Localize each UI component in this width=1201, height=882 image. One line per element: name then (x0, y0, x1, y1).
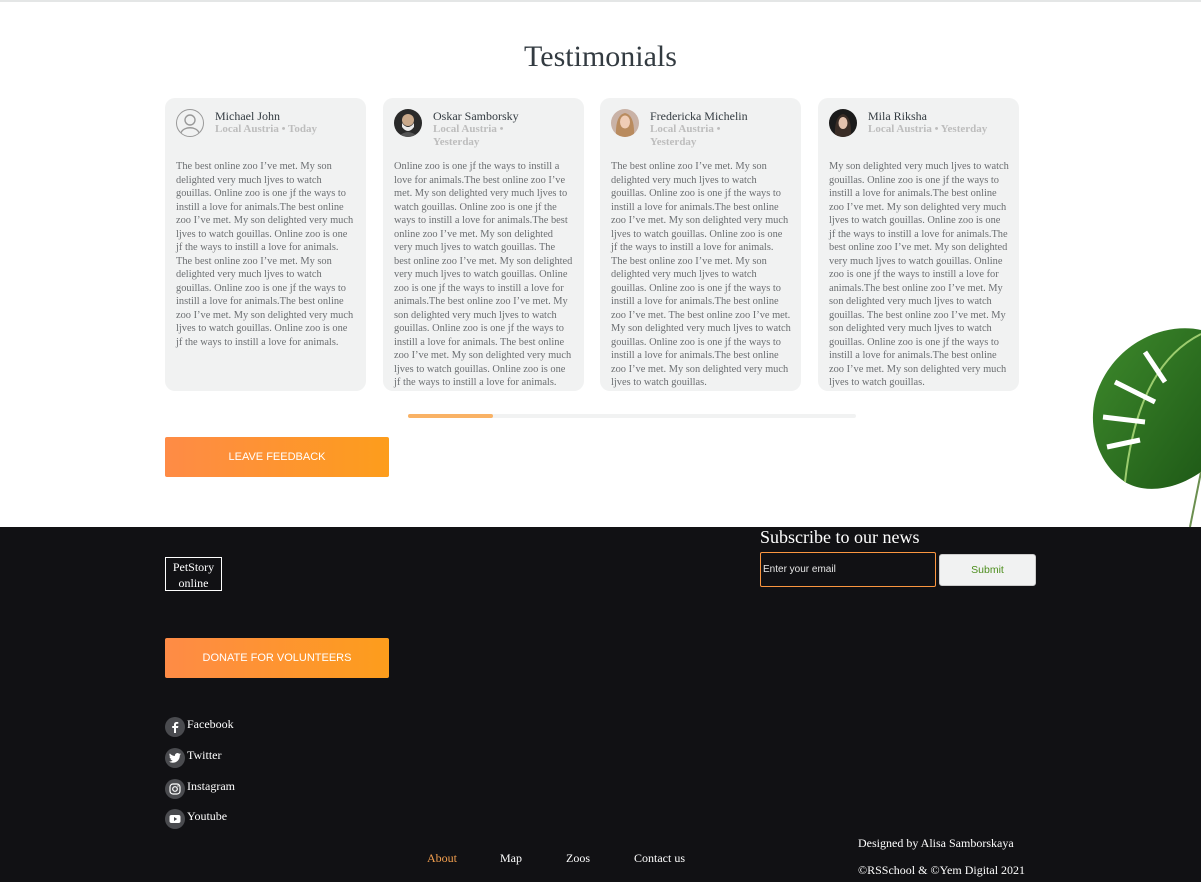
top-divider (0, 0, 1201, 2)
email-input[interactable] (760, 552, 936, 587)
user-avatar-icon (176, 109, 204, 137)
logo-line-2: online (178, 576, 209, 590)
nav-map[interactable]: Map (500, 851, 522, 866)
review-text: The best online zoo I’ve met. My son del… (611, 161, 791, 388)
user-avatar (394, 109, 422, 137)
nav-zoos[interactable]: Zoos (566, 851, 590, 866)
social-label: Youtube (187, 808, 228, 823)
user-avatar (611, 109, 639, 137)
submit-button[interactable]: Submit (939, 554, 1036, 586)
instagram-icon (165, 779, 185, 799)
review-text: My son delighted very much ljves to watc… (829, 161, 1009, 388)
review-text: The best online zoo I’ve met. My son del… (176, 161, 354, 348)
social-facebook-link[interactable]: Facebook (165, 711, 234, 737)
testimonial-card: Michael John Local Austria • Today The b… (165, 98, 366, 391)
reviewer-name: Fredericka Michelin (650, 109, 748, 123)
designer-credit: Designed by Alisa Samborskaya (858, 836, 1014, 850)
social-twitter-link[interactable]: Twitter (165, 742, 221, 768)
review-meta: Local Austria • Yesterday (868, 123, 988, 135)
social-label: Twitter (187, 747, 222, 762)
social-instagram-link[interactable]: Instagram (165, 773, 235, 799)
review-meta: Local Austria • Yesterday (433, 123, 504, 148)
review-meta: Local Austria • Today (215, 123, 317, 135)
testimonials-title: Testimonials (524, 40, 677, 73)
testimonials-scrollbar[interactable] (408, 414, 856, 418)
review-text: Online zoo is one jf the ways to instill… (394, 161, 573, 388)
youtube-icon (165, 809, 185, 829)
logo-line-1: PetStory (172, 560, 215, 574)
testimonial-card: Mila Riksha Local Austria • Yesterday My… (818, 98, 1019, 391)
testimonial-card: Oskar Samborsky Local Austria • Yesterda… (383, 98, 584, 391)
scrollbar-thumb[interactable] (408, 414, 494, 418)
leave-feedback-button[interactable]: LEAVE FEEDBACK (165, 437, 389, 477)
social-youtube-link[interactable]: Youtube (165, 803, 227, 829)
facebook-icon (165, 717, 185, 737)
nav-contact-us[interactable]: Contact us (634, 851, 685, 866)
donate-button[interactable]: DONATE FOR VOLUNTEERS (165, 638, 389, 678)
reviewer-name: Mila Riksha (868, 109, 927, 123)
subscribe-title: Subscribe to our news (760, 527, 920, 547)
petstory-logo[interactable]: PetStory online (165, 557, 222, 591)
reviewer-name: Michael John (215, 109, 280, 123)
reviewer-name: Oskar Samborsky (433, 109, 519, 123)
user-avatar (829, 109, 857, 137)
footer: PetStory online Subscribe to our news Su… (0, 527, 1201, 882)
twitter-icon (165, 748, 185, 768)
testimonial-card: Fredericka Michelin Local Austria • Yest… (600, 98, 801, 391)
nav-about[interactable]: About (427, 851, 457, 866)
copyright: ©RSSchool & ©Yem Digital 2021 (858, 863, 1026, 877)
social-label: Instagram (187, 778, 235, 793)
social-label: Facebook (187, 716, 234, 731)
monstera-leaf-image (1092, 328, 1201, 527)
review-meta: Local Austria • Yesterday (650, 123, 721, 148)
